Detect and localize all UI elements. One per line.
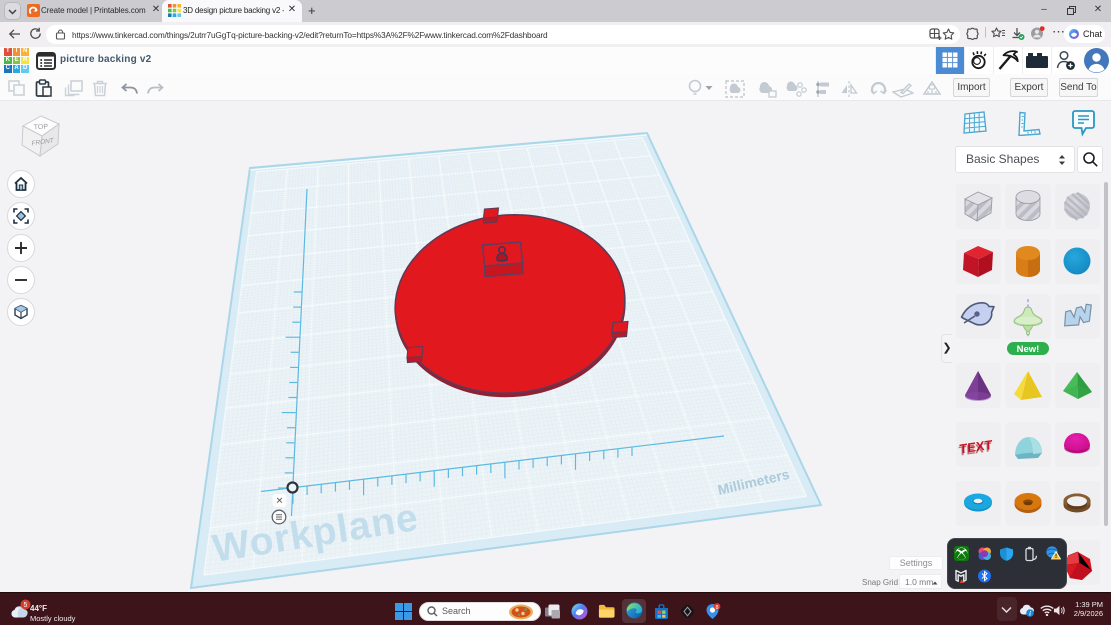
svg-text:5: 5	[24, 602, 28, 609]
svg-text:TOP: TOP	[34, 124, 49, 132]
svg-text:8: 8	[715, 605, 718, 611]
svg-text:✕: ✕	[276, 496, 284, 506]
svg-text:i: i	[1029, 611, 1031, 618]
svg-text:New!: New!	[1017, 344, 1040, 355]
